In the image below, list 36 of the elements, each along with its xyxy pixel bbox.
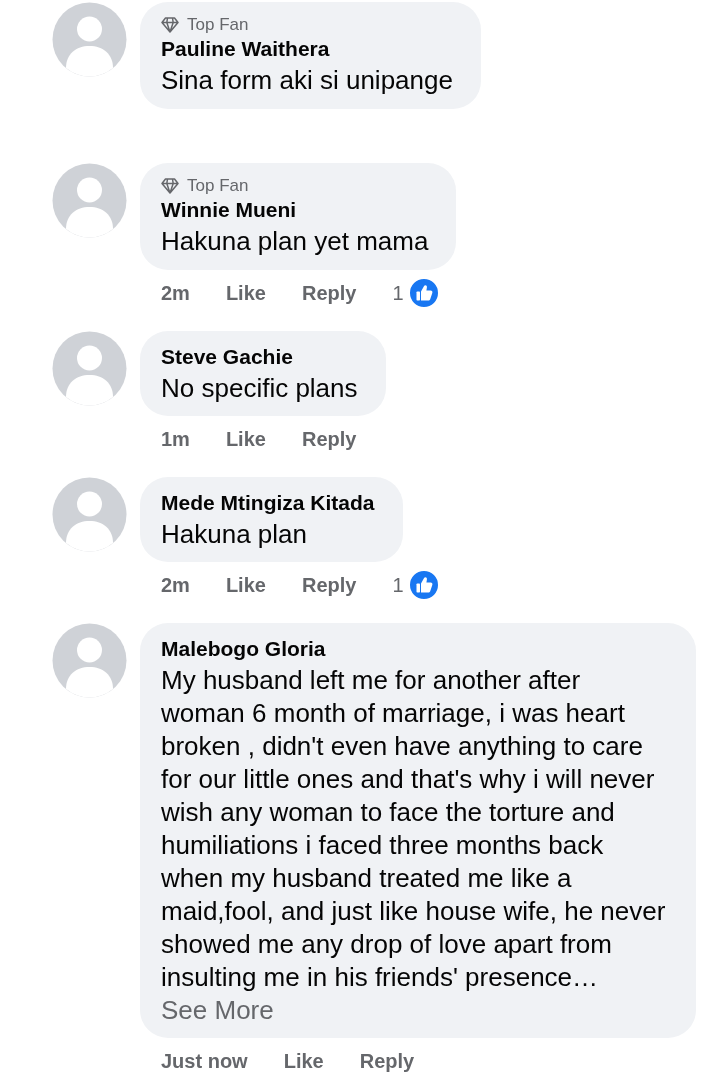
avatar-icon	[52, 2, 127, 77]
author-name[interactable]: Pauline Waithera	[161, 36, 453, 62]
avatar-icon	[52, 477, 127, 552]
author-name[interactable]: Malebogo Gloria	[161, 636, 668, 662]
thumbs-up-icon	[407, 277, 440, 309]
author-name[interactable]: Steve Gachie	[161, 344, 358, 370]
comment-time: 2m	[161, 575, 190, 595]
reply-button[interactable]: Reply	[301, 429, 357, 449]
author-name[interactable]: Winnie Mueni	[161, 197, 429, 223]
avatar-icon	[52, 331, 127, 406]
like-button[interactable]: Like	[283, 1051, 324, 1071]
comment-text: No specific plans	[161, 372, 358, 405]
fan-label: Top Fan	[187, 14, 249, 36]
gem-icon	[161, 17, 179, 33]
reply-button[interactable]: Reply	[301, 575, 357, 595]
fan-label: Top Fan	[187, 175, 249, 197]
reaction-count: 1	[392, 575, 404, 595]
like-button[interactable]: Like	[225, 575, 266, 595]
avatar-icon	[52, 623, 127, 698]
comment-text: My husband left me for another after woman 6 month of marriage, i was heart broken , didn't even have anything to care for our little ones and that's why i will never wish any woman to face the torture and humiliations i faced three months back when my husband treated me like a maid,fool, and just like house wife, he never showed me any drop of love apart from insulting me in his friends' presence… See More	[161, 664, 667, 1027]
comment-text: Hakuna plan yet mama	[161, 225, 429, 258]
comment-text: Sina form aki si unipange	[161, 64, 453, 97]
like-button[interactable]: Like	[225, 429, 266, 449]
comment-time: 1m	[161, 429, 190, 449]
like-button[interactable]: Like	[225, 283, 266, 303]
see-more-link[interactable]: See More	[161, 995, 274, 1025]
thumbs-up-icon	[407, 569, 440, 601]
gem-icon	[161, 178, 179, 194]
author-name[interactable]: Mede Mtingiza Kitada	[161, 490, 375, 516]
avatar-icon	[52, 163, 127, 238]
comment-time: 2m	[161, 283, 190, 303]
reply-button[interactable]: Reply	[359, 1051, 415, 1071]
reaction-count: 1	[392, 283, 404, 303]
comment-text: Hakuna plan	[161, 518, 308, 551]
comment-time: Just now	[161, 1051, 248, 1071]
reply-button[interactable]: Reply	[301, 283, 357, 303]
